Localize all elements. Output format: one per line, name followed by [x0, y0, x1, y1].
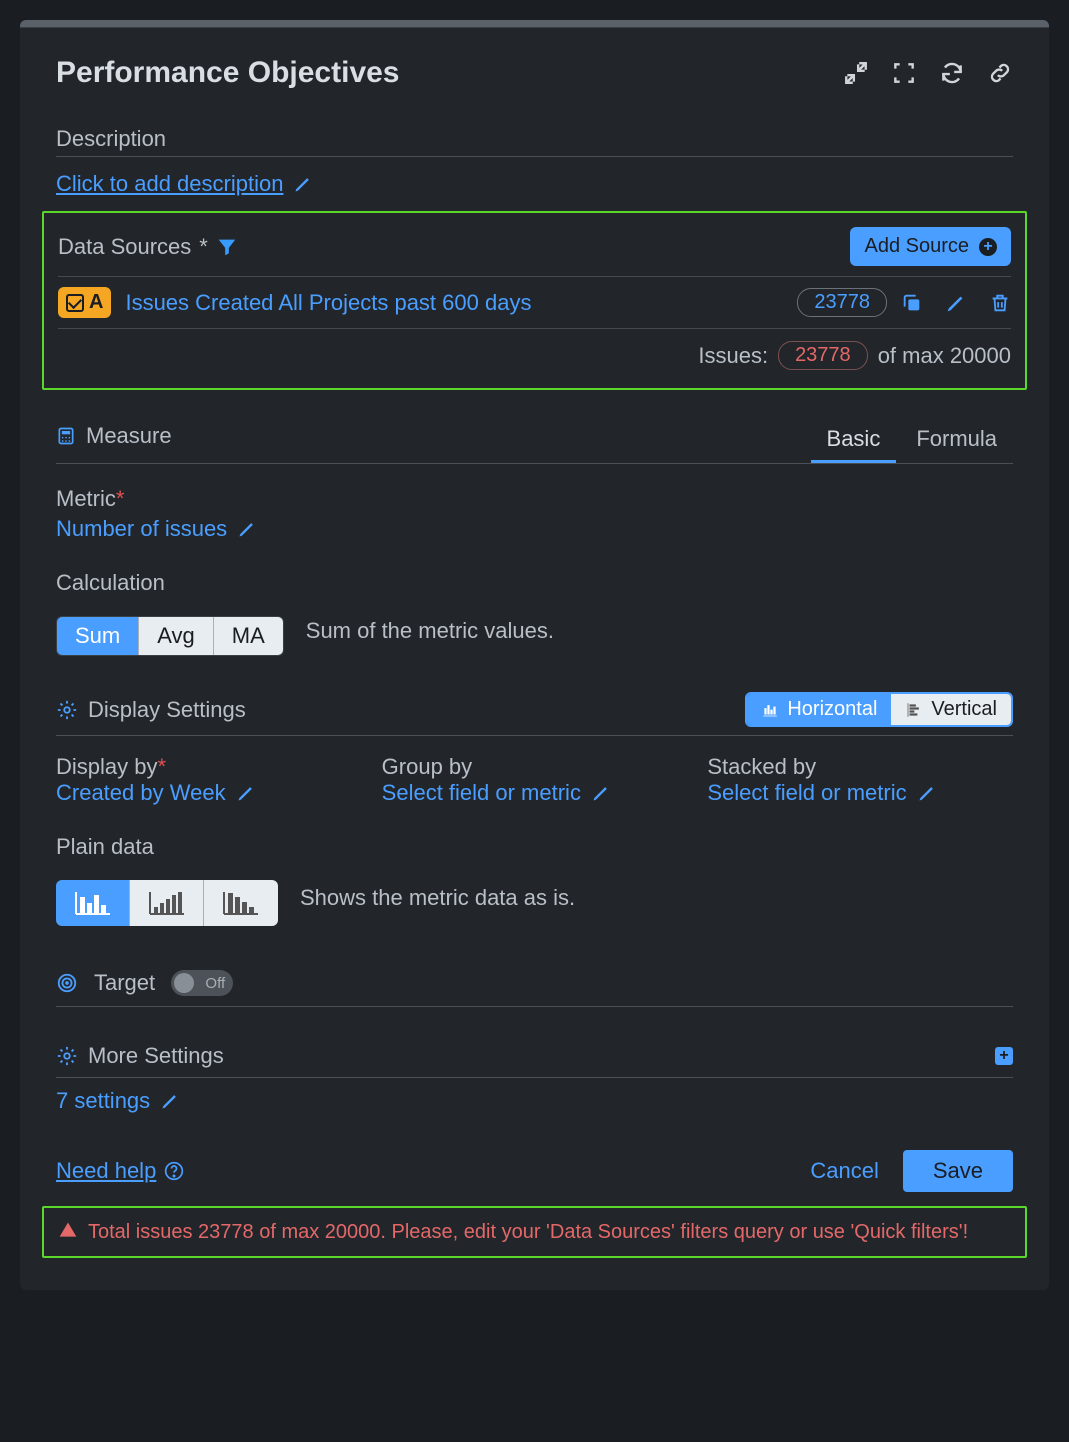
required-marker: * — [116, 486, 125, 511]
chart-type-1[interactable] — [56, 880, 130, 926]
required-marker: * — [199, 234, 208, 260]
plain-data-label: Plain data — [56, 834, 1013, 860]
target-toggle[interactable]: Off — [171, 970, 233, 996]
cancel-button[interactable]: Cancel — [810, 1158, 878, 1184]
calculation-label: Calculation — [56, 570, 1013, 596]
pencil-icon — [237, 519, 257, 539]
error-banner: Total issues 23778 of max 20000. Please,… — [42, 1206, 1027, 1258]
add-source-button[interactable]: Add Source + — [850, 227, 1011, 266]
bars-vertical-icon — [905, 701, 923, 719]
calc-avg-button[interactable]: Avg — [139, 617, 214, 655]
calc-sum-button[interactable]: Sum — [57, 617, 139, 655]
objectives-panel: Performance Objectives Description Click… — [20, 20, 1049, 1290]
pencil-icon — [236, 783, 256, 803]
edit-icon[interactable] — [945, 292, 967, 314]
target-icon — [56, 972, 78, 994]
data-sources-section: Data Sources * Add Source + A Issues Cre… — [42, 211, 1027, 390]
calculation-description: Sum of the metric values. — [306, 618, 554, 644]
error-message: Total issues 23778 of max 20000. Please,… — [88, 1218, 968, 1246]
pencil-icon — [160, 1091, 180, 1111]
refresh-icon[interactable] — [939, 60, 965, 86]
chart-type-2[interactable] — [130, 880, 204, 926]
copy-icon[interactable] — [901, 292, 923, 314]
tab-formula[interactable]: Formula — [900, 418, 1013, 463]
description-label: Description — [56, 126, 1013, 152]
gear-icon — [56, 699, 78, 721]
checkbox-icon — [66, 294, 84, 312]
vertical-button[interactable]: Vertical — [891, 694, 1011, 725]
link-icon[interactable] — [987, 60, 1013, 86]
plain-data-description: Shows the metric data as is. — [300, 885, 575, 911]
panel-topbar — [20, 20, 1049, 28]
horizontal-button[interactable]: Horizontal — [747, 694, 891, 725]
orientation-toggle: Horizontal Vertical — [745, 692, 1013, 727]
display-settings-label: Display Settings — [88, 697, 246, 723]
collapse-icon[interactable] — [843, 60, 869, 86]
group-by-value[interactable]: Select field or metric — [382, 780, 611, 806]
panel-header: Performance Objectives — [56, 56, 1013, 90]
group-by-label: Group by — [382, 754, 688, 780]
source-badge[interactable]: A — [58, 287, 111, 318]
settings-count-link[interactable]: 7 settings — [56, 1088, 180, 1114]
pencil-icon — [591, 783, 611, 803]
stacked-by-label: Stacked by — [707, 754, 1013, 780]
data-source-row: A Issues Created All Projects past 600 d… — [58, 276, 1011, 328]
description-placeholder: Click to add description — [56, 171, 283, 197]
stacked-by-value[interactable]: Select field or metric — [707, 780, 936, 806]
page-title: Performance Objectives — [56, 56, 400, 90]
gear-icon — [56, 1045, 78, 1067]
chart-type-3[interactable] — [204, 880, 278, 926]
help-icon — [164, 1161, 184, 1181]
add-description-link[interactable]: Click to add description — [56, 171, 313, 197]
tab-basic[interactable]: Basic — [811, 418, 897, 463]
more-settings-label: More Settings — [88, 1043, 224, 1069]
measure-label: Measure — [86, 423, 172, 449]
source-name[interactable]: Issues Created All Projects past 600 day… — [125, 290, 783, 316]
target-label: Target — [94, 970, 155, 996]
warning-icon — [58, 1220, 78, 1240]
source-count-pill: 23778 — [797, 288, 887, 317]
fullscreen-icon[interactable] — [891, 60, 917, 86]
save-button[interactable]: Save — [903, 1150, 1013, 1192]
chart-type-toggle — [56, 880, 278, 926]
calc-ma-button[interactable]: MA — [214, 617, 283, 655]
source-letter: A — [89, 291, 103, 314]
pencil-icon — [917, 783, 937, 803]
display-by-label: Display by — [56, 754, 157, 779]
filter-icon[interactable] — [216, 236, 238, 258]
calculation-toggle: Sum Avg MA — [56, 616, 284, 656]
expand-settings-button[interactable]: + — [995, 1047, 1013, 1065]
issues-total-label: Issues: — [698, 343, 768, 369]
pencil-icon — [293, 174, 313, 194]
delete-icon[interactable] — [989, 292, 1011, 314]
metric-value-link[interactable]: Number of issues — [56, 516, 257, 542]
issues-total-suffix: of max 20000 — [878, 343, 1011, 369]
plus-icon: + — [979, 238, 997, 256]
display-by-value[interactable]: Created by Week — [56, 780, 256, 806]
metric-label: Metric — [56, 486, 116, 511]
bars-horizontal-icon — [761, 701, 779, 719]
data-sources-label: Data Sources — [58, 234, 191, 260]
help-link[interactable]: Need help — [56, 1158, 184, 1184]
calculator-icon — [56, 426, 76, 446]
issues-total-count: 23778 — [778, 341, 868, 370]
target-state: Off — [205, 975, 225, 992]
